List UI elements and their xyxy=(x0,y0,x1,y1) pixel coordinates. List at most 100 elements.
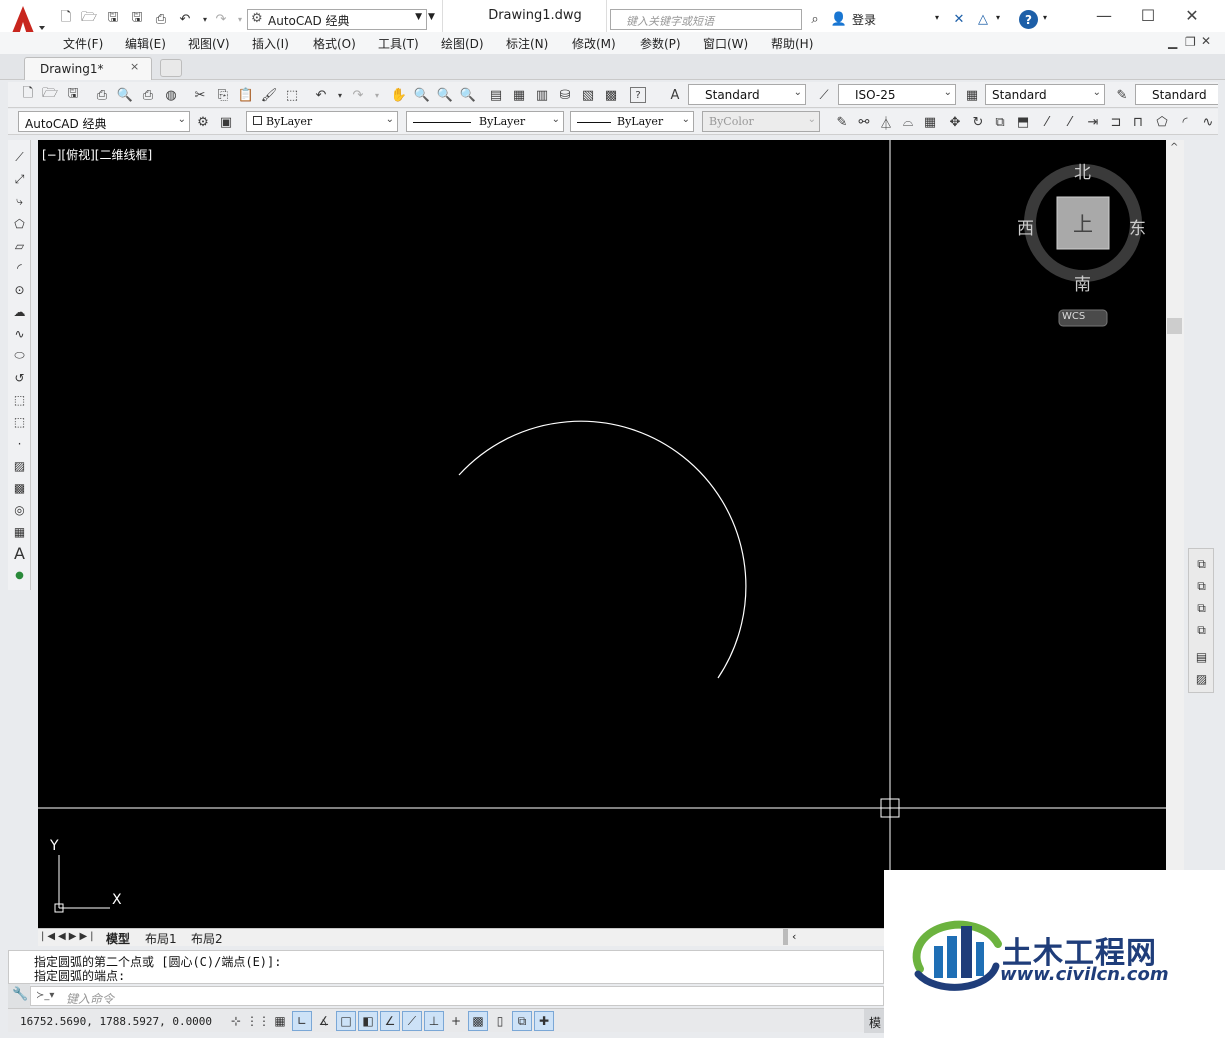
design-center-icon[interactable]: ▦ xyxy=(509,85,529,105)
plot-preview-icon[interactable]: 🔍 xyxy=(115,85,135,105)
tab-layout1[interactable]: 布局1 xyxy=(145,930,177,947)
pan-icon[interactable]: ✋ xyxy=(389,85,409,105)
search-input[interactable]: 键入关键字或短语 xyxy=(610,9,802,30)
polygon-icon[interactable]: ⬠ xyxy=(10,214,29,233)
match-properties-icon[interactable]: 🖌 xyxy=(259,85,279,105)
markup-icon[interactable]: ▧ xyxy=(578,85,598,105)
open-file-icon[interactable]: 🗁 xyxy=(80,10,98,28)
doc-minimize-icon[interactable]: ▁ xyxy=(1168,35,1177,49)
ellipse-arc-icon[interactable]: ↺ xyxy=(10,368,29,387)
wcs-menu[interactable]: WCS xyxy=(1062,311,1085,322)
menu-edit[interactable]: 编辑(E) xyxy=(125,35,166,52)
insert-block-icon[interactable]: ⬚ xyxy=(10,390,29,409)
text-style-icon[interactable]: A xyxy=(665,85,685,105)
dim-style-select[interactable]: ISO-25 ⌄ xyxy=(838,84,956,105)
zoom-previous-icon[interactable]: 🔍 xyxy=(458,85,478,105)
menu-tools[interactable]: 工具(T) xyxy=(378,35,419,52)
ellipse-icon[interactable]: ⬭ xyxy=(10,346,29,365)
rectangle-icon[interactable]: ▱ xyxy=(10,236,29,255)
exchange-icon[interactable]: ✕ xyxy=(950,10,968,28)
new-tab-button[interactable] xyxy=(160,59,182,77)
chamfer-icon[interactable]: ⊓ xyxy=(1128,112,1148,132)
publish-icon[interactable]: ⎙ xyxy=(138,85,158,105)
region-icon[interactable]: ◎ xyxy=(10,500,29,519)
scroll-up-icon[interactable]: ^ xyxy=(1170,142,1178,153)
redo-icon[interactable]: ↷ xyxy=(348,85,368,105)
table-style-select[interactable]: Standard ⌄ xyxy=(985,84,1105,105)
mirror-icon[interactable]: ⏃ xyxy=(876,112,896,132)
quick-properties-icon[interactable]: ▯ xyxy=(490,1011,510,1031)
table-style-icon[interactable]: ▦ xyxy=(962,85,982,105)
autodesk-360-icon[interactable]: △ xyxy=(974,10,992,28)
viewcube-west[interactable]: 西 xyxy=(1017,214,1034,239)
doc-close-icon[interactable]: ✕ xyxy=(1201,34,1211,48)
command-prompt-icon[interactable]: ≻_▾ xyxy=(36,990,54,1001)
break-icon[interactable]: ⇥ xyxy=(1083,112,1103,132)
send-under-icon[interactable]: ⧉ xyxy=(1192,621,1211,640)
viewcube-top[interactable]: 上 xyxy=(1071,208,1095,237)
point-icon[interactable]: · xyxy=(10,434,29,453)
undo-icon[interactable]: ↶ xyxy=(176,10,194,28)
3d-osnap-icon[interactable]: ◧ xyxy=(358,1011,378,1031)
save-icon[interactable]: 🖫 xyxy=(104,10,122,28)
binoculars-icon[interactable]: ⌕ xyxy=(806,10,824,28)
open-icon[interactable]: 🗁 xyxy=(40,85,60,105)
join-icon[interactable]: ⊐ xyxy=(1106,112,1126,132)
draw-order-front-icon[interactable]: ⧉ xyxy=(1192,555,1211,574)
help-icon[interactable]: ? xyxy=(630,87,646,103)
workspace-select-2[interactable]: AutoCAD 经典 ⌄ xyxy=(18,111,190,132)
paste-icon[interactable]: 📋 xyxy=(236,85,256,105)
menu-format[interactable]: 格式(O) xyxy=(313,35,356,52)
hatch-icon[interactable]: ▨ xyxy=(10,456,29,475)
draw-order-back-icon[interactable]: ⧉ xyxy=(1192,577,1211,596)
menu-modify[interactable]: 修改(M) xyxy=(572,35,616,52)
command-input[interactable]: 键入命令 xyxy=(30,986,884,1006)
new-icon[interactable]: 🗋 xyxy=(18,85,38,105)
revision-cloud-icon[interactable]: ☁ xyxy=(10,302,29,321)
print-icon[interactable]: ⎙ xyxy=(152,10,170,28)
customize-dropdown-icon[interactable]: ▼ xyxy=(428,12,435,22)
rotate-icon[interactable]: ↻ xyxy=(968,112,988,132)
viewcube-east[interactable]: 东 xyxy=(1129,214,1146,239)
close-icon[interactable]: ✕ xyxy=(1170,6,1214,28)
zoom-realtime-icon[interactable]: 🔍 xyxy=(412,85,432,105)
extend-icon[interactable]: ⁄ xyxy=(1060,112,1080,132)
save-icon[interactable]: 🖫 xyxy=(63,85,83,105)
help-icon[interactable]: ? xyxy=(1019,10,1038,29)
explode-icon[interactable]: ◜ xyxy=(1175,112,1195,132)
snap-mode-icon[interactable]: ⋮⋮ xyxy=(246,1011,270,1031)
add-selected-icon[interactable]: ● xyxy=(10,566,29,585)
blend-icon[interactable]: ∿ xyxy=(1198,112,1218,132)
layer-select[interactable]: ByLayer ⌄ xyxy=(246,111,398,132)
lineweight-icon[interactable]: + xyxy=(446,1011,466,1031)
tab-close-icon[interactable]: × xyxy=(130,60,139,73)
menu-draw[interactable]: 绘图(D) xyxy=(441,35,484,52)
calculator-icon[interactable]: ▩ xyxy=(601,85,621,105)
login-dropdown-icon[interactable]: ▾ xyxy=(935,13,939,22)
undo-dropdown-icon[interactable]: ▾ xyxy=(330,85,350,105)
menu-file[interactable]: 文件(F) xyxy=(63,35,103,52)
tab-layout2[interactable]: 布局2 xyxy=(191,930,223,947)
multileader-style-icon[interactable]: ✎ xyxy=(1112,85,1132,105)
plot-icon[interactable]: ⎙ xyxy=(92,85,112,105)
login-link[interactable]: 登录 xyxy=(852,11,876,28)
a360-dropdown-icon[interactable]: ▾ xyxy=(996,13,1000,22)
dim-style-icon[interactable]: ⟋ xyxy=(814,85,834,105)
menu-help[interactable]: 帮助(H) xyxy=(771,35,813,52)
new-file-icon[interactable]: 🗋 xyxy=(57,10,75,28)
3d-print-icon[interactable]: ◍ xyxy=(161,85,181,105)
menu-insert[interactable]: 插入(I) xyxy=(252,35,289,52)
polar-icon[interactable]: ∡ xyxy=(314,1011,334,1031)
dynamic-input-icon[interactable]: ⊥ xyxy=(424,1011,444,1031)
vertical-scrollbar[interactable]: ^ xyxy=(1166,140,1184,930)
viewcube-south[interactable]: 南 xyxy=(1074,270,1091,295)
grid-icon[interactable]: ▦ xyxy=(270,1011,290,1031)
ortho-icon[interactable]: ∟ xyxy=(292,1011,312,1031)
annotation-monitor-icon[interactable]: ✚ xyxy=(534,1011,554,1031)
minimize-icon[interactable]: — xyxy=(1082,6,1126,28)
make-block-icon[interactable]: ⬚ xyxy=(10,412,29,431)
ducs-icon[interactable]: ⟋ xyxy=(402,1011,422,1031)
erase-icon[interactable]: ✎ xyxy=(832,112,852,132)
text-front-icon[interactable]: ▤ xyxy=(1192,647,1211,666)
drawing-canvas[interactable]: [−][俯视][二维线框] Y X 北 南 东 西 上 WCS xyxy=(38,140,1166,930)
